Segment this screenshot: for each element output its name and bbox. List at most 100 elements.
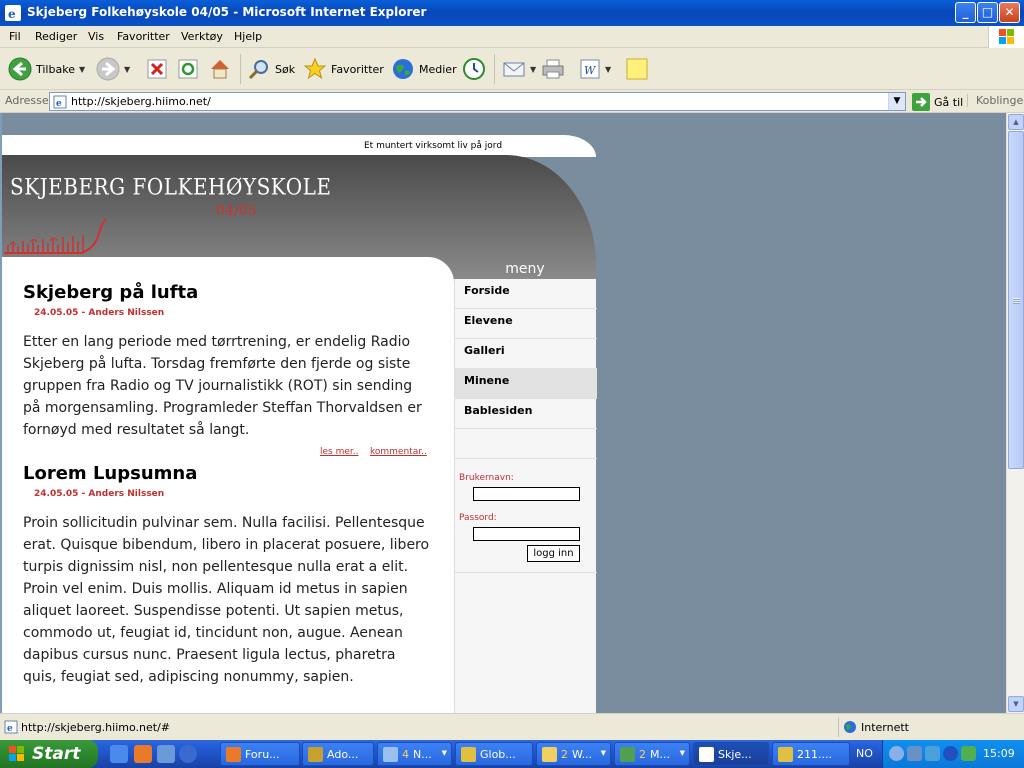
username-input[interactable] [473, 487, 580, 501]
task-notepad-group[interactable]: 4 N... ▼ [377, 742, 452, 766]
ie-quicklaunch-icon[interactable] [110, 745, 128, 763]
scroll-down-button[interactable]: ▼ [1008, 696, 1024, 712]
status-text: http://skjeberg.hiimo.net/# [21, 721, 170, 734]
ie-icon [699, 746, 714, 762]
menu-item-elevene[interactable]: Elevene [455, 309, 597, 339]
start-label: Start [32, 744, 81, 764]
chevron-down-icon[interactable]: ▼ [124, 65, 130, 74]
chevron-down-icon[interactable]: ▼ [530, 65, 536, 74]
site-year: 04/05 [216, 203, 257, 219]
home-icon [211, 60, 229, 79]
menu-file[interactable]: Fil [9, 30, 21, 43]
mail-icon [503, 62, 525, 77]
media-quicklaunch-icon[interactable] [179, 745, 197, 763]
minimize-button[interactable]: _ [955, 2, 976, 23]
mail-button[interactable]: ▼ [502, 54, 536, 84]
back-arrow-icon [8, 57, 32, 81]
media-label: Medier [419, 62, 457, 76]
app-icon [461, 746, 476, 762]
back-button[interactable]: Tilbake ▼ [8, 54, 85, 84]
forward-button[interactable]: ▼ [96, 54, 130, 84]
menu-item-forside[interactable]: Forside [455, 279, 597, 309]
globe-icon [393, 59, 413, 79]
chevron-down-icon[interactable]: ▼ [605, 65, 611, 74]
notepad-icon [383, 746, 398, 762]
go-button[interactable]: Gå til [912, 93, 963, 111]
browser-viewport: Et muntert virksomt liv på jord SKJEBERG… [0, 113, 1006, 713]
discuss-button[interactable] [625, 54, 649, 84]
address-input[interactable]: e http://skjeberg.hiimo.net/ ▼ [49, 92, 906, 111]
task-forum[interactable]: Foru... [220, 742, 300, 766]
menu-item-minene[interactable]: Minene [455, 369, 597, 399]
back-label: Tilbake [36, 62, 75, 76]
menu-tools[interactable]: Verktøy [181, 30, 223, 43]
task-explorer-group[interactable]: 2 W... ▼ [536, 742, 611, 766]
network-icon[interactable] [907, 746, 922, 761]
system-tray: 15:09 [882, 740, 1024, 768]
menu-edit[interactable]: Rediger [35, 30, 77, 43]
menu-item-galleri[interactable]: Galleri [455, 339, 597, 369]
chevron-down-icon[interactable]: ▼ [888, 93, 905, 110]
search-label: Søk [275, 62, 296, 76]
article-meta: 24.05.05 - Anders Nilssen [34, 308, 165, 318]
address-label: Adresse [5, 94, 49, 107]
taskbar: Start Foru... Ado... 4 N... ▼ Glob... 2 … [0, 740, 1024, 768]
clock[interactable]: 15:09 [983, 747, 1015, 760]
password-input[interactable] [473, 527, 580, 541]
antivirus-icon[interactable] [943, 746, 958, 761]
window-titlebar[interactable]: e Skjeberg Folkehøyskole 04/05 - Microso… [0, 0, 1024, 26]
close-button[interactable]: ✕ [999, 2, 1020, 23]
menu-help[interactable]: Hjelp [234, 30, 262, 43]
note-icon [626, 58, 648, 80]
bluetooth-icon[interactable] [925, 746, 940, 761]
menu-item-bablesiden[interactable]: Bablesiden [455, 399, 597, 429]
media-button[interactable]: Medier [391, 54, 457, 84]
read-more-link[interactable]: les mer.. [320, 447, 359, 457]
scroll-thumb[interactable] [1008, 131, 1024, 469]
article-title[interactable]: Lorem Lupsumna [23, 463, 197, 484]
history-button[interactable] [462, 54, 486, 84]
chevron-down-icon[interactable]: ▼ [79, 65, 85, 74]
favorites-label: Favoritter [331, 62, 384, 76]
comment-link[interactable]: kommentar.. [370, 447, 427, 457]
task-skjeberg[interactable]: Skje... [693, 742, 769, 766]
start-button[interactable]: Start [0, 740, 98, 768]
username-label: Brukernavn: [459, 473, 514, 483]
go-label: Gå til [934, 95, 964, 109]
messenger-icon[interactable] [961, 746, 976, 761]
mail-quicklaunch-icon[interactable] [157, 745, 175, 763]
article-title[interactable]: Skjeberg på lufta [23, 282, 198, 303]
vertical-scrollbar[interactable]: ▲ ▼ [1006, 113, 1024, 713]
menu-favorites[interactable]: Favoritter [117, 30, 170, 43]
print-button[interactable] [541, 54, 565, 84]
article-meta: 24.05.05 - Anders Nilssen [34, 489, 165, 499]
favorites-button[interactable]: Favoritter [303, 54, 384, 84]
security-zone: Internett [838, 717, 1024, 737]
edit-button[interactable]: W ▼ [579, 54, 611, 84]
globe-icon [844, 721, 856, 733]
menu-view[interactable]: Vis [88, 30, 104, 43]
maximize-button[interactable]: □ [977, 2, 998, 23]
login-button[interactable]: logg inn [527, 545, 580, 562]
refresh-icon [178, 59, 198, 79]
language-indicator[interactable]: NO [856, 747, 873, 760]
page-icon: e [4, 720, 18, 734]
links-button[interactable]: Koblinger [967, 94, 1024, 107]
tray-arrow-icon[interactable] [889, 746, 904, 761]
search-button[interactable]: Søk [247, 54, 295, 84]
menu-header: meny [505, 261, 545, 277]
refresh-button[interactable] [177, 54, 199, 84]
windows-logo-icon [9, 746, 24, 761]
task-messenger-group[interactable]: 2 M... ▼ [614, 742, 690, 766]
firefox-quicklaunch-icon[interactable] [134, 745, 152, 763]
task-211[interactable]: 211.... [772, 742, 850, 766]
svg-text:e: e [56, 99, 62, 109]
home-button[interactable] [208, 54, 232, 84]
messenger-icon [620, 746, 635, 762]
login-form: Brukernavn: Passord: logg inn [455, 459, 597, 573]
task-global[interactable]: Glob... [455, 742, 533, 766]
tagline-bar [2, 135, 596, 157]
stop-button[interactable] [146, 54, 168, 84]
scroll-up-button[interactable]: ▲ [1008, 114, 1024, 130]
task-adobe[interactable]: Ado... [302, 742, 374, 766]
